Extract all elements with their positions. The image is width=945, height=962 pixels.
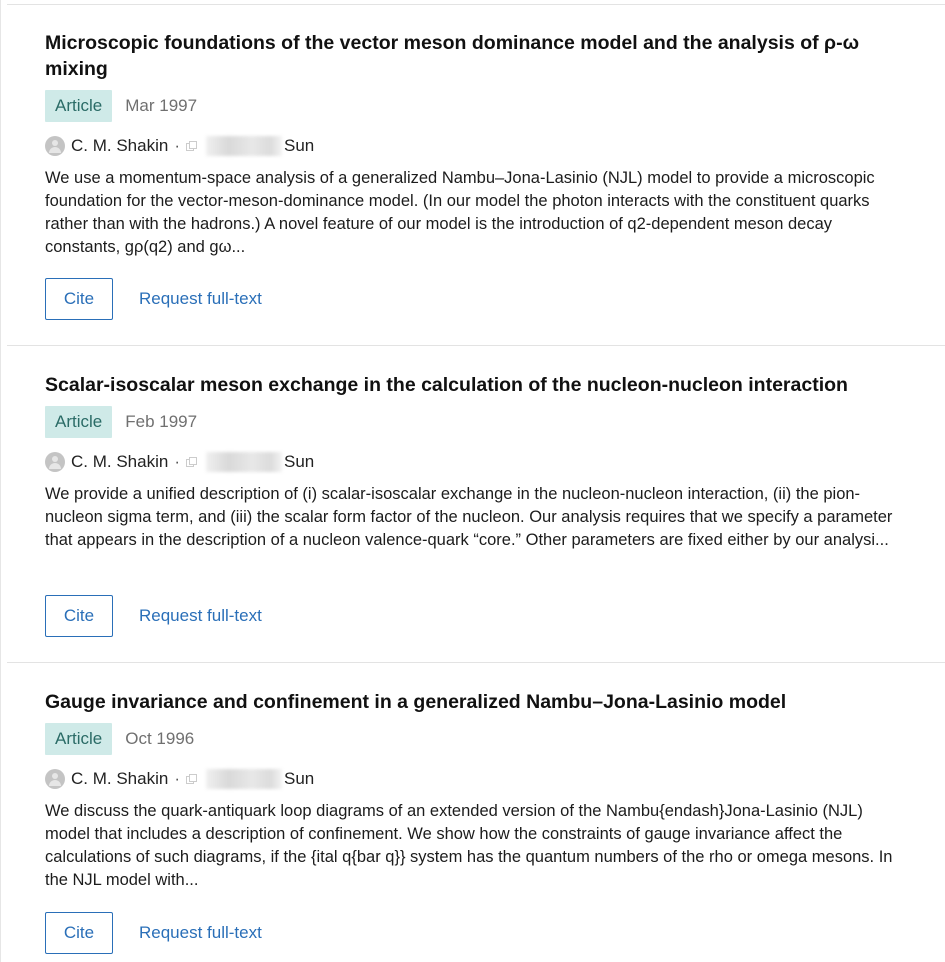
author-name[interactable]: C. M. Shakin xyxy=(71,136,168,156)
publication-date: Oct 1996 xyxy=(125,729,195,748)
copy-icon xyxy=(185,774,197,784)
user-avatar-icon xyxy=(45,136,65,156)
cite-button[interactable]: Cite xyxy=(45,912,113,954)
cite-button[interactable]: Cite xyxy=(45,278,113,320)
author-list: C. M. Shakin · Sun xyxy=(45,134,945,158)
publication-actions: Cite Request full-text xyxy=(45,278,262,320)
user-avatar-icon xyxy=(45,452,65,472)
redacted-author xyxy=(205,136,282,156)
author-list: C. M. Shakin · Sun xyxy=(45,450,945,474)
type-badge: Article xyxy=(45,406,113,438)
user-avatar-icon xyxy=(45,769,65,789)
type-badge: Article xyxy=(45,90,113,122)
copy-icon xyxy=(185,141,197,151)
request-full-text-link[interactable]: Request full-text xyxy=(139,606,262,626)
publication-title[interactable]: Scalar-isoscalar meson exchange in the c… xyxy=(45,372,945,398)
type-badge: Article xyxy=(45,723,113,755)
publication-abstract: We discuss the quark-antiquark loop diag… xyxy=(45,802,893,889)
author-name[interactable]: C. M. Shakin xyxy=(71,769,168,789)
separator-dot: · xyxy=(174,452,180,471)
publication-meta: Article Feb 1997 xyxy=(45,406,945,438)
request-full-text-link[interactable]: Request full-text xyxy=(139,289,262,309)
publication-list: Microscopic foundations of the vector me… xyxy=(0,0,945,962)
publication-date: Mar 1997 xyxy=(125,96,198,115)
publication-actions: Cite Request full-text xyxy=(45,595,262,637)
copy-icon xyxy=(185,457,197,467)
author-list: C. M. Shakin · Sun xyxy=(45,767,945,791)
author-name[interactable]: C. M. Shakin xyxy=(71,452,168,472)
publication-card: Scalar-isoscalar meson exchange in the c… xyxy=(7,347,945,663)
author-name-suffix[interactable]: Sun xyxy=(284,136,314,156)
publication-meta: Article Mar 1997 xyxy=(45,90,945,122)
publication-card: Microscopic foundations of the vector me… xyxy=(7,5,945,346)
publication-date: Feb 1997 xyxy=(125,412,198,431)
publication-abstract: We use a momentum-space analysis of a ge… xyxy=(45,169,875,256)
separator-dot: · xyxy=(174,136,180,155)
redacted-author xyxy=(205,769,282,789)
publication-abstract: We provide a unified description of (i) … xyxy=(45,485,893,549)
redacted-author xyxy=(205,452,282,472)
publication-meta: Article Oct 1996 xyxy=(45,723,945,755)
publication-title[interactable]: Microscopic foundations of the vector me… xyxy=(45,30,945,82)
author-name-suffix[interactable]: Sun xyxy=(284,452,314,472)
publication-title[interactable]: Gauge invariance and confinement in a ge… xyxy=(45,689,945,715)
separator-dot: · xyxy=(174,769,180,788)
publication-actions: Cite Request full-text xyxy=(45,912,262,954)
publication-card: Gauge invariance and confinement in a ge… xyxy=(7,664,945,962)
cite-button[interactable]: Cite xyxy=(45,595,113,637)
request-full-text-link[interactable]: Request full-text xyxy=(139,923,262,943)
author-name-suffix[interactable]: Sun xyxy=(284,769,314,789)
